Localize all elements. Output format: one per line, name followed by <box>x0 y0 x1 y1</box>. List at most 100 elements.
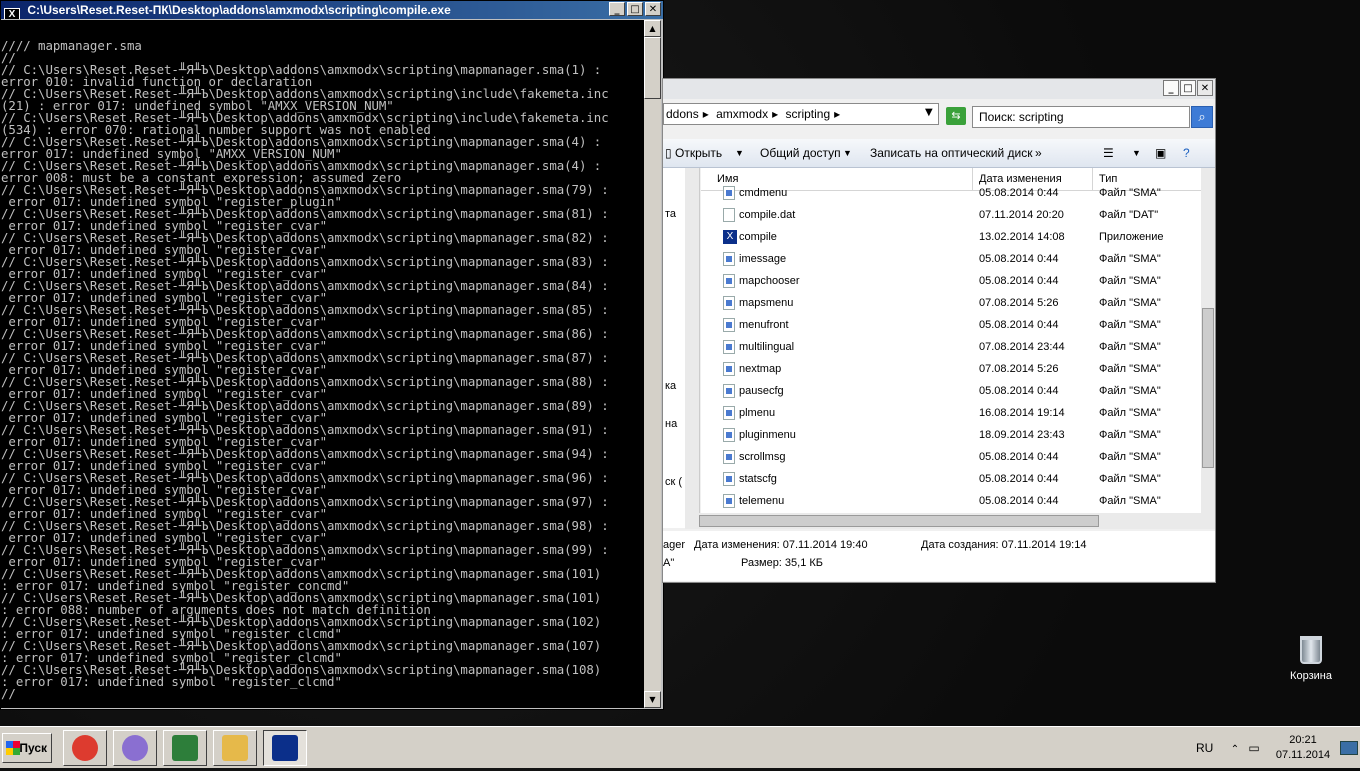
search-icon[interactable]: ⌕ <box>1191 106 1213 128</box>
details-pane: ager Дата изменения: 07.11.2014 19:40 Да… <box>663 531 1215 581</box>
file-date: 05.08.2014 0:44 <box>979 319 1059 331</box>
breadcrumb-chevron-icon[interactable]: ▸ <box>772 107 778 121</box>
file-icon <box>723 406 735 420</box>
taskbar-app-compile[interactable] <box>263 730 307 766</box>
nav-item-label[interactable]: ка <box>665 380 676 392</box>
file-row[interactable]: imessage 05.08.2014 0:44 Файл "SMA" <box>701 248 1201 270</box>
folder-open-icon[interactable]: ▯ <box>665 139 672 167</box>
file-row[interactable]: nextmap 07.08.2014 5:26 Файл "SMA" <box>701 358 1201 380</box>
clock[interactable]: 20:21 07.11.2014 <box>1270 733 1336 763</box>
open-button[interactable]: Открыть <box>675 139 722 167</box>
nav-item-label[interactable]: на <box>665 418 677 430</box>
file-row[interactable]: pausecfg 05.08.2014 0:44 Файл "SMA" <box>701 380 1201 402</box>
more-commands-button[interactable]: » <box>1035 139 1042 167</box>
taskbar-app-explorer[interactable] <box>213 730 257 766</box>
file-row[interactable]: compile.dat 07.11.2014 20:20 Файл "DAT" <box>701 204 1201 226</box>
file-name: pausecfg <box>739 385 784 397</box>
nav-item-label[interactable]: та <box>665 208 676 220</box>
share-button[interactable]: Общий доступ <box>760 139 841 167</box>
file-row[interactable]: plmenu 16.08.2014 19:14 Файл "SMA" <box>701 402 1201 424</box>
file-date: 05.08.2014 0:44 <box>979 495 1059 507</box>
nav-item-label[interactable]: ск ( <box>665 476 682 488</box>
search-input[interactable]: Поиск: scripting <box>972 106 1190 128</box>
language-indicator[interactable]: RU <box>1196 741 1213 755</box>
file-type: Приложение <box>1099 231 1164 243</box>
scroll-up-arrow-icon[interactable]: ▲ <box>644 20 661 37</box>
explorer-titlebar[interactable]: _ □ ✕ <box>663 79 1215 99</box>
explorer-close-button[interactable]: ✕ <box>1197 80 1213 96</box>
console-window[interactable]: X C:\Users\Reset.Reset-ПК\Desktop\addons… <box>0 0 664 710</box>
burn-button[interactable]: Записать на оптический диск <box>870 139 1033 167</box>
network-icon[interactable]: ▭ <box>1248 741 1259 755</box>
file-row[interactable]: telemenu 05.08.2014 0:44 Файл "SMA" <box>701 490 1201 512</box>
file-date: 16.08.2014 19:14 <box>979 407 1065 419</box>
file-row[interactable]: mapchooser 05.08.2014 0:44 Файл "SMA" <box>701 270 1201 292</box>
close-button[interactable]: ✕ <box>645 2 661 16</box>
nav-scrollbar[interactable] <box>685 168 699 516</box>
file-name: plmenu <box>739 407 776 419</box>
tray-expand-icon[interactable]: ⌃ <box>1231 744 1239 755</box>
file-row[interactable]: multilingual 07.08.2014 23:44 Файл "SMA" <box>701 336 1201 358</box>
console-titlebar[interactable]: X C:\Users\Reset.Reset-ПК\Desktop\addons… <box>1 1 663 19</box>
file-icon <box>723 252 735 266</box>
refresh-icon[interactable]: ⇆ <box>946 107 966 125</box>
start-button[interactable]: Пуск <box>2 733 52 763</box>
file-name: statscfg <box>739 473 777 485</box>
scroll-thumb[interactable] <box>1202 308 1214 468</box>
console-output[interactable]: //// mapmanager.sma//// C:\Users\Reset.R… <box>1 20 644 708</box>
file-name: telemenu <box>739 495 785 507</box>
file-row[interactable]: pluginmenu 18.09.2014 23:43 Файл "SMA" <box>701 424 1201 446</box>
address-dropdown-icon[interactable]: ▼ <box>925 107 933 118</box>
file-type: Файл "SMA" <box>1099 473 1161 485</box>
chevron-down-icon[interactable]: ▼ <box>843 139 852 167</box>
file-row[interactable]: menufront 05.08.2014 0:44 Файл "SMA" <box>701 314 1201 336</box>
scroll-thumb[interactable] <box>644 37 661 99</box>
show-desktop-icon[interactable] <box>1340 741 1358 755</box>
recycle-bin-icon <box>1300 636 1322 664</box>
file-row[interactable]: mapsmenu 07.08.2014 5:26 Файл "SMA" <box>701 292 1201 314</box>
file-type: Файл "SMA" <box>1099 275 1161 287</box>
recycle-bin[interactable]: Корзина <box>1286 636 1336 682</box>
maximize-button[interactable]: □ <box>627 2 643 16</box>
file-row[interactable]: cmdmenu 05.08.2014 0:44 Файл "SMA" <box>701 182 1201 204</box>
file-date: 07.11.2014 20:20 <box>979 209 1064 221</box>
file-list-vscroll[interactable] <box>1201 168 1215 513</box>
file-row[interactable]: statscfg 05.08.2014 0:44 Файл "SMA" <box>701 468 1201 490</box>
chevron-down-icon[interactable]: ▼ <box>735 139 744 167</box>
file-name: cmdmenu <box>739 187 788 199</box>
explorer-maximize-button[interactable]: □ <box>1180 80 1196 96</box>
chevron-down-icon[interactable]: ▼ <box>1132 139 1141 167</box>
console-scrollbar[interactable]: ▲ ▼ <box>644 20 661 708</box>
explorer-minimize-button[interactable]: _ <box>1163 80 1179 96</box>
file-list-hscroll[interactable] <box>685 513 1215 529</box>
scroll-down-arrow-icon[interactable]: ▼ <box>644 691 661 708</box>
chrome-icon <box>72 735 98 761</box>
scroll-thumb[interactable] <box>699 515 1099 527</box>
explorer-window[interactable]: _ □ ✕ ddons ▸ amxmodx ▸ scripting ▸ ▼ ⇆ Пои… <box>662 78 1216 583</box>
taskbar-app-purple-app[interactable] <box>113 730 157 766</box>
breadcrumb-chevron-icon[interactable]: ▸ <box>703 107 709 121</box>
file-type: Файл "DAT" <box>1099 209 1159 221</box>
taskbar-app-network[interactable] <box>163 730 207 766</box>
minimize-button[interactable]: _ <box>609 2 625 16</box>
detail-name: ager <box>663 539 686 551</box>
breadcrumb-chevron-icon[interactable]: ▸ <box>834 107 840 121</box>
breadcrumb-item[interactable]: ddons <box>666 107 699 121</box>
console-title: C:\Users\Reset.Reset-ПК\Desktop\addons\a… <box>27 3 451 17</box>
file-list[interactable]: Имя Дата изменения Тип cmdmenu 05.08.2014… <box>701 168 1215 513</box>
preview-pane-icon[interactable]: ▣ <box>1155 139 1166 167</box>
file-icon <box>723 208 735 222</box>
file-icon <box>723 450 735 464</box>
taskbar-app-chrome[interactable] <box>63 730 107 766</box>
file-row[interactable]: Xcompile 13.02.2014 14:08 Приложение <box>701 226 1201 248</box>
file-icon <box>723 274 735 288</box>
address-bar[interactable]: ddons ▸ amxmodx ▸ scripting ▸ <box>663 103 939 125</box>
clock-date: 07.11.2014 <box>1275 749 1331 761</box>
help-icon[interactable]: ? <box>1183 139 1190 167</box>
file-name: scrollmsg <box>739 451 786 463</box>
file-type: Файл "SMA" <box>1099 187 1161 199</box>
view-options-icon[interactable]: ☰ <box>1103 139 1114 167</box>
breadcrumb-item[interactable]: scripting <box>785 107 830 121</box>
file-row[interactable]: scrollmsg 05.08.2014 0:44 Файл "SMA" <box>701 446 1201 468</box>
breadcrumb-item[interactable]: amxmodx <box>716 107 768 121</box>
